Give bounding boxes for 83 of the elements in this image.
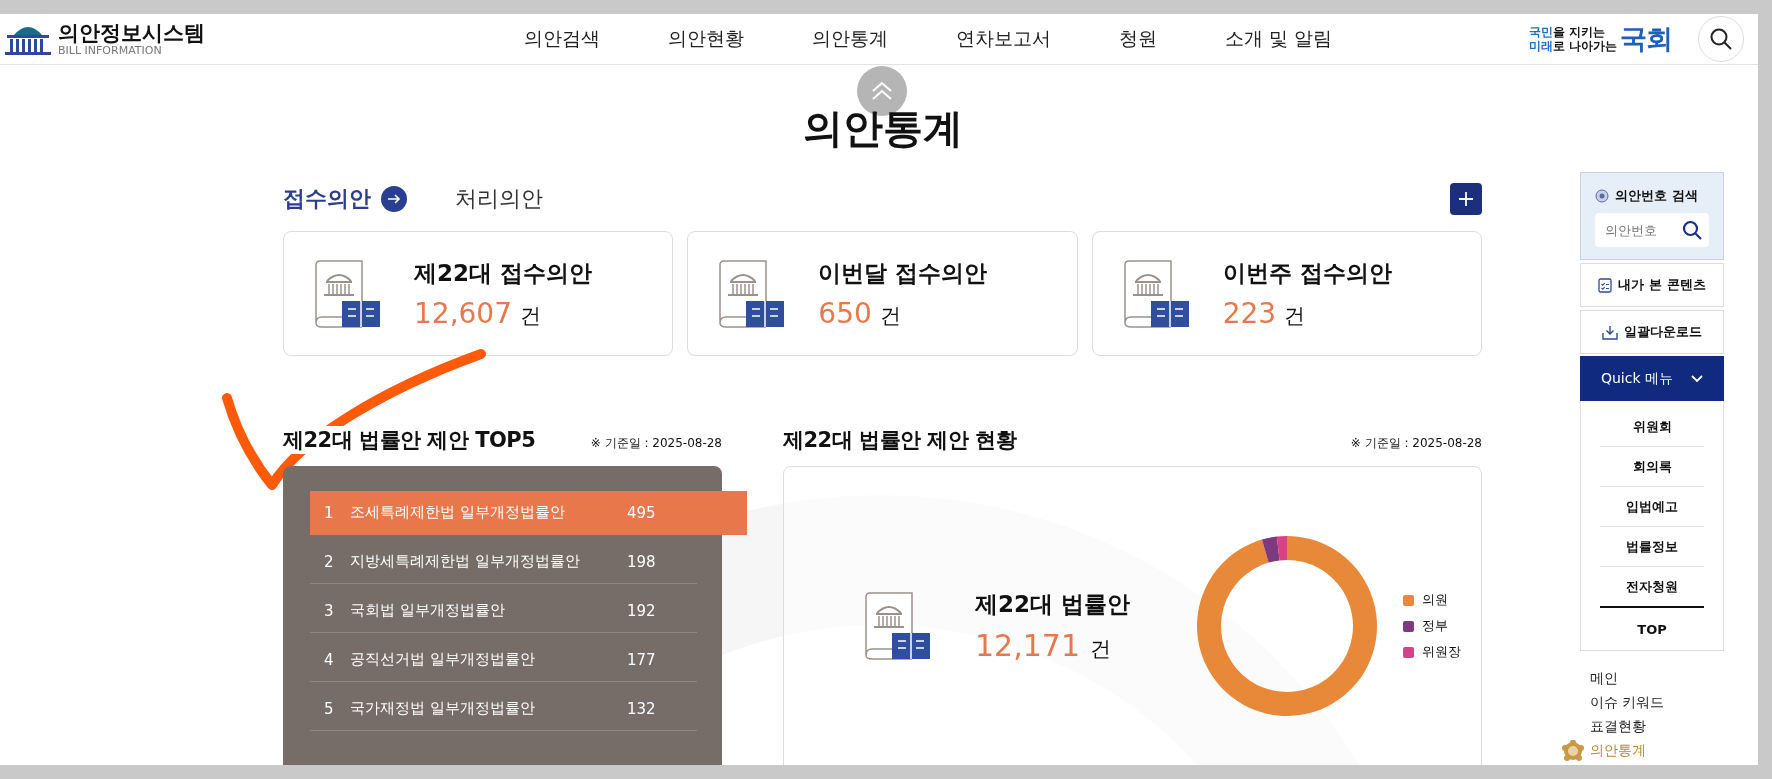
rank-number: 3 <box>324 601 335 620</box>
emblem-icon <box>1595 189 1609 203</box>
quick-menu-item[interactable]: 회의록 <box>1600 447 1704 487</box>
slogan-line: 국민을 지키는 <box>1528 25 1606 39</box>
bill-name: 국회법 일부개정법률안 <box>350 601 506 620</box>
arrow-right-icon <box>381 186 407 212</box>
nav-link[interactable]: 의안현황 <box>634 26 778 52</box>
page-title: 의안통계 <box>801 104 964 153</box>
card-title: 이번주 접수의안 <box>1222 258 1392 288</box>
nav-link[interactable]: 소개 및 알림 <box>1191 26 1367 52</box>
page-link[interactable]: 표결현황 <box>1590 716 1724 737</box>
search-title: 의안번호 검색 <box>1615 187 1698 205</box>
quick-menu-item[interactable]: 위원회 <box>1600 407 1704 447</box>
tab[interactable]: 처리의안 <box>455 184 543 214</box>
ranking-row[interactable]: 4 공직선거법 일부개정법률안 177 <box>310 638 697 682</box>
quick-menu-item[interactable]: 법률정보 <box>1600 527 1704 567</box>
quick-menu-item[interactable]: 입법예고 <box>1600 487 1704 527</box>
tab[interactable]: 접수의안 <box>283 184 407 214</box>
count-value: 223 <box>1222 296 1277 330</box>
nav-link[interactable]: 연차보고서 <box>922 26 1085 52</box>
emblem-icon <box>1560 739 1586 762</box>
download-icon <box>1602 324 1618 340</box>
sidebar-button[interactable]: 내가 본 콘텐츠 <box>1580 263 1724 307</box>
legend-label: 위원장 <box>1422 643 1461 661</box>
sidebar-button[interactable]: 일괄다운로드 <box>1580 310 1724 354</box>
stat-card[interactable]: 이번주 접수의안 223 건 <box>1091 231 1482 356</box>
nav-link[interactable]: 의안검색 <box>490 26 634 52</box>
rank-number: 1 <box>324 503 335 522</box>
stat-card[interactable]: 이번달 접수의안 650 건 <box>687 231 1078 356</box>
site-title[interactable]: 의안정보시스템 <box>58 21 205 44</box>
rank-number: 5 <box>324 699 335 718</box>
bill-number-field[interactable]: 의안번호 <box>1595 213 1709 247</box>
book-icon <box>312 258 380 329</box>
section-title: 제22대 법률안 제안 TOP5 <box>283 426 536 454</box>
bill-count: 495 <box>627 503 657 522</box>
bill-name: 조세특례제한법 일부개정법률안 <box>350 503 566 522</box>
bill-name: 공직선거법 일부개정법률안 <box>350 650 536 669</box>
section-title: 제22대 법률안 제안 현황 <box>783 427 1017 454</box>
count-value: 12,171 <box>975 628 1080 663</box>
search-button[interactable] <box>1698 16 1744 62</box>
stat-card[interactable]: 제22대 접수의안 12,607 건 <box>283 231 674 356</box>
legend-label: 정부 <box>1422 617 1448 635</box>
reference-date: ※ 기준일 : 2025-08-28 <box>590 435 722 452</box>
nav-link[interactable]: 청원 <box>1085 26 1191 52</box>
bill-name: 지방세특례제한법 일부개정법률안 <box>350 552 581 571</box>
page-link[interactable]: 메인 <box>1590 668 1724 689</box>
top-link[interactable]: TOP <box>1600 608 1704 650</box>
search-icon[interactable] <box>1682 220 1702 240</box>
card-title: 이번달 접수의안 <box>818 258 988 288</box>
panel-label: 제22대 법률안 <box>975 590 1131 619</box>
bill-name: 국가재정법 일부개정법률안 <box>350 699 536 718</box>
search-icon <box>1709 27 1733 51</box>
count-value: 12,607 <box>414 296 512 330</box>
bill-count: 198 <box>627 552 657 571</box>
bill-count: 132 <box>627 699 657 718</box>
ranking-row[interactable]: 2 지방세특례제한법 일부개정법률안 198 <box>310 540 697 584</box>
page-link[interactable]: 이슈 키워드 <box>1590 692 1724 713</box>
checklist-icon <box>1598 277 1613 293</box>
book-icon <box>716 258 785 329</box>
unit-label: 건 <box>520 303 541 328</box>
bill-count: 192 <box>627 601 657 620</box>
count-value: 650 <box>818 296 872 330</box>
quick-menu-button[interactable]: Quick 메뉴 <box>1580 356 1724 401</box>
quick-menu-item[interactable]: 전자청원 <box>1600 567 1704 608</box>
reference-date: ※ 기준일 : 2025-08-28 <box>1350 435 1482 452</box>
brand-logo: 국회 <box>1620 22 1672 56</box>
unit-label: 건 <box>1284 303 1306 328</box>
more-button[interactable] <box>1450 183 1482 215</box>
card-title: 제22대 접수의안 <box>414 258 592 288</box>
plus-icon <box>1459 192 1473 206</box>
rank-number: 2 <box>324 552 335 571</box>
bill-count: 177 <box>627 650 657 669</box>
unit-label: 건 <box>879 303 901 328</box>
ranking-row[interactable]: 5 국가재정법 일부개정법률안 132 <box>310 687 697 731</box>
rank-number: 4 <box>324 650 335 669</box>
slogan-line: 미래로 나아가는 <box>1528 39 1617 53</box>
unit-label: 건 <box>1090 637 1111 661</box>
site-subtitle: BILL INFORMATION <box>58 43 162 57</box>
ranking-row[interactable]: 3 국회법 일부개정법률안 192 <box>310 589 697 633</box>
double-chevron-up-icon <box>870 81 894 101</box>
legend-label: 의원 <box>1422 591 1448 609</box>
chevron-icon <box>1691 374 1703 383</box>
nav-link[interactable]: 의안통계 <box>778 26 922 52</box>
